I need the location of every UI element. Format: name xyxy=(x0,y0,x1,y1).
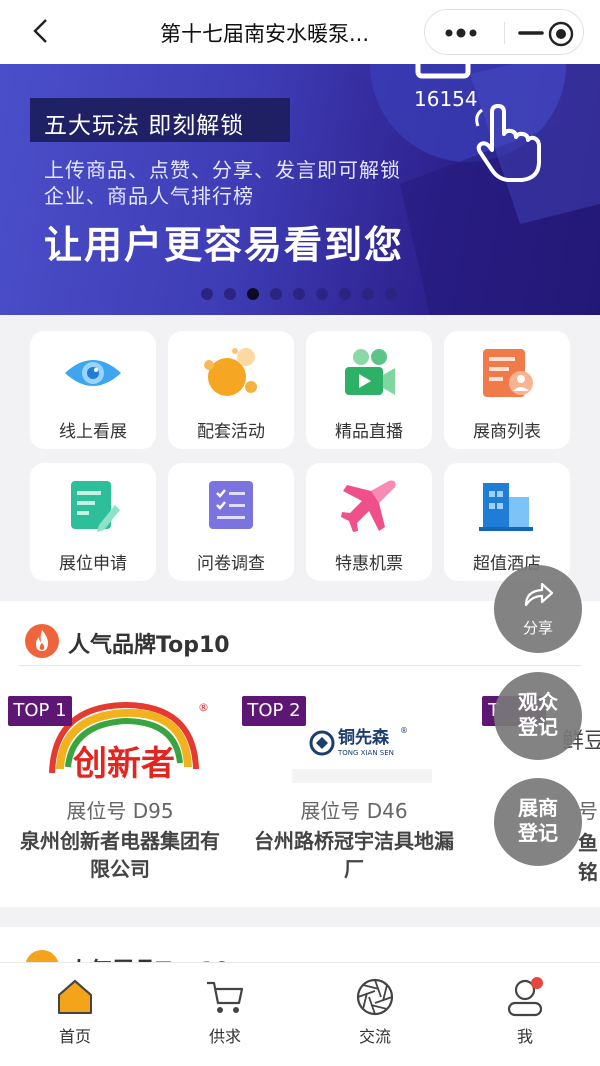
function-grid: 线上看展 配套活动 精品直播 展商列表 展位申请 问卷调查 特惠机票 超值酒店 xyxy=(30,331,570,583)
share-arrow-icon xyxy=(524,582,554,607)
tab-communication[interactable]: 交流 xyxy=(325,977,425,1047)
exhibitor-register-label: 展商 登记 xyxy=(518,796,558,845)
minus-icon[interactable] xyxy=(516,22,546,44)
target-circle-icon[interactable] xyxy=(547,20,575,48)
eye-icon xyxy=(65,360,121,386)
bubbles-icon xyxy=(204,348,257,396)
banner-subline-1: 上传商品、点赞、分享、发言即可解锁 xyxy=(44,158,401,182)
banner-subline-2: 企业、商品人气排行榜 xyxy=(44,184,254,208)
exhibitor-list-icon xyxy=(483,349,533,397)
video-camera-icon xyxy=(345,349,395,395)
svg-text:®: ® xyxy=(198,701,208,714)
logo-subtext: TONG XIAN SEN xyxy=(337,749,394,757)
flame-icon xyxy=(25,624,59,658)
logo-text: 创新者 xyxy=(72,744,175,784)
rank-badge: TOP 2 xyxy=(242,696,306,726)
company-name: 台州路桥冠宇洁具地漏厂 xyxy=(254,829,454,881)
grid-item-exhibitor-list[interactable]: 展商列表 xyxy=(444,331,570,449)
tab-label: 我 xyxy=(516,1027,533,1046)
popular-brands-section: 人气品牌Top10 创新者 ® TOP 1 展位号 D95 泉州创新者电器集团有… xyxy=(0,601,600,907)
carousel-dot[interactable] xyxy=(385,288,397,300)
banner-counter: 16154 xyxy=(414,87,478,111)
section-divider xyxy=(18,665,582,666)
grid-item-label: 特惠机票 xyxy=(335,554,403,574)
hotel-building-icon xyxy=(479,483,533,531)
carousel-dot[interactable] xyxy=(362,288,374,300)
grid-item-label: 精品直播 xyxy=(335,422,403,442)
edit-document-icon xyxy=(71,481,120,532)
carousel-dot[interactable] xyxy=(293,288,305,300)
tab-label: 交流 xyxy=(358,1027,391,1046)
grid-item-flight[interactable]: 特惠机票 xyxy=(306,463,432,581)
grid-item-activities[interactable]: 配套活动 xyxy=(168,331,294,449)
grid-item-live-stream[interactable]: 精品直播 xyxy=(306,331,432,449)
grid-item-online-exhibition[interactable]: 线上看展 xyxy=(30,331,156,449)
tab-home[interactable]: 首页 xyxy=(25,977,125,1047)
grid-item-label: 线上看展 xyxy=(59,422,127,442)
chevron-left-icon[interactable] xyxy=(26,16,56,46)
banner-headline: 五大玩法 即刻解锁 xyxy=(44,113,245,139)
capsule-divider xyxy=(504,22,505,44)
promo-banner[interactable]: 五大玩法 即刻解锁 上传商品、点赞、分享、发言即可解锁 企业、商品人气排行榜 让… xyxy=(0,64,600,315)
tab-label: 首页 xyxy=(58,1027,91,1046)
booth-number: 展位号 D95 xyxy=(66,799,174,823)
carousel-dot[interactable] xyxy=(270,288,282,300)
exhibitor-register-button[interactable]: 展商 登记 xyxy=(494,778,582,866)
tab-supply-demand[interactable]: 供求 xyxy=(175,977,275,1047)
visitor-register-label: 观众 登记 xyxy=(518,690,558,739)
share-label: 分享 xyxy=(522,619,553,637)
company-name: 泉州创新者电器集团有限公司 xyxy=(20,829,220,881)
brand-card-1[interactable]: 创新者 ® TOP 1 展位号 D95 泉州创新者电器集团有限公司 xyxy=(8,693,232,893)
brand-card-2[interactable]: 铜先森 TONG XIAN SEN ® TOP 2 展位号 D46 台州路桥冠宇… xyxy=(242,693,466,893)
aperture-icon xyxy=(356,978,394,1016)
grid-item-label: 配套活动 xyxy=(197,422,265,442)
grid-item-booth-apply[interactable]: 展位申请 xyxy=(30,463,156,581)
cart-icon xyxy=(207,981,244,1013)
grid-item-label: 问卷调查 xyxy=(197,554,265,574)
user-icon xyxy=(507,977,543,1017)
grid-item-label: 展商列表 xyxy=(473,422,541,442)
carousel-dot[interactable] xyxy=(316,288,328,300)
tab-bar: 首页 供求 交流 我 xyxy=(0,962,600,1066)
more-dots-icon[interactable] xyxy=(439,22,489,44)
home-icon xyxy=(58,979,92,1014)
carousel-dot[interactable] xyxy=(201,288,213,300)
booth-number: 展位号 D46 xyxy=(300,799,408,823)
mini-program-page: 第十七届南安水暖泵... 五大玩法 即刻解锁 上传商品、点赞、分享、发言即可解锁 xyxy=(0,0,600,1066)
carousel-dot[interactable] xyxy=(224,288,236,300)
tab-me[interactable]: 我 xyxy=(475,977,575,1047)
grid-item-hotel[interactable]: 超值酒店 xyxy=(444,463,570,581)
carousel-indicator xyxy=(201,288,397,300)
pointing-hand-icon xyxy=(475,104,541,182)
banner-big-text: 让用户更容易看到您 xyxy=(44,223,405,267)
share-button[interactable]: 分享 xyxy=(494,565,582,653)
tab-label: 供求 xyxy=(208,1027,241,1046)
svg-text:®: ® xyxy=(400,726,408,735)
grid-item-survey[interactable]: 问卷调查 xyxy=(168,463,294,581)
navigation-bar: 第十七届南安水暖泵... xyxy=(0,0,600,64)
visitor-register-button[interactable]: 观众 登记 xyxy=(494,672,582,760)
carousel-dot[interactable] xyxy=(339,288,351,300)
section-title: 人气品牌Top10 xyxy=(68,633,230,658)
capsule-menu xyxy=(424,9,584,55)
notification-badge xyxy=(531,977,543,989)
page-title: 第十七届南安水暖泵... xyxy=(160,22,370,46)
logo-text: 铜先森 xyxy=(338,727,390,748)
carousel-dot[interactable] xyxy=(247,288,259,300)
airplane-icon xyxy=(341,480,396,532)
rank-badge: TOP 1 xyxy=(8,696,72,726)
checklist-icon xyxy=(209,481,253,529)
grid-item-label: 展位申请 xyxy=(59,554,127,574)
